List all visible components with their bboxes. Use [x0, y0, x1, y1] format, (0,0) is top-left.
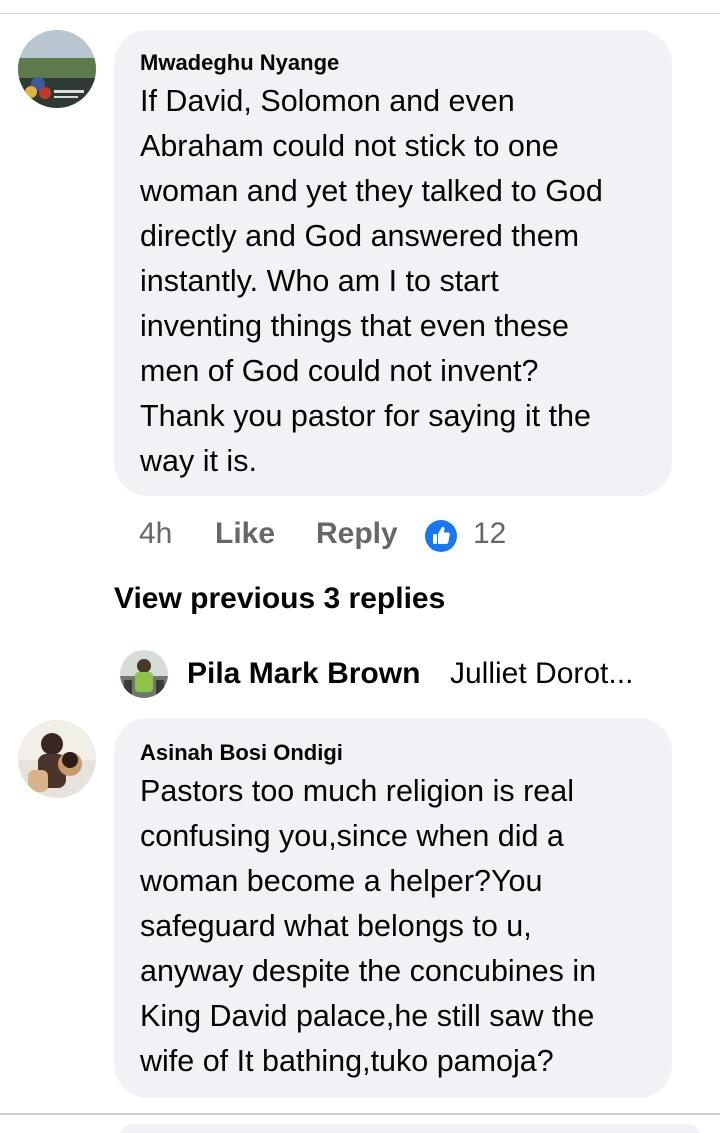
- comment-text-line: instantly. Who am I to start: [140, 264, 499, 298]
- comment-text-line: anyway despite the concubines in: [140, 954, 597, 988]
- comment-text-line: directly and God answered them: [140, 219, 580, 253]
- divider: [0, 1113, 720, 1115]
- comment-text-line: inventing things that even these: [140, 309, 569, 343]
- reaction-count[interactable]: 12: [473, 516, 506, 552]
- comment-text-line: Thank you pastor for saying it the: [140, 399, 591, 433]
- comment-author[interactable]: Asinah Bosi Ondigi: [140, 740, 343, 766]
- comment-text-line: Pastors too much religion is real: [140, 774, 574, 808]
- next-comment-edge: [120, 1124, 700, 1133]
- avatar-mwadeghu-nyange[interactable]: [18, 30, 96, 108]
- comment-timestamp[interactable]: 4h: [139, 516, 172, 552]
- comment-text-line: If David, Solomon and even: [140, 84, 515, 118]
- comment-text-line: safeguard what belongs to u,: [140, 909, 532, 943]
- comment-bubble: Asinah Bosi Ondigi Pastors too much reli…: [114, 718, 672, 1098]
- reply-preview[interactable]: Julliet Dorot...: [450, 654, 633, 694]
- reply-button[interactable]: Reply: [316, 516, 398, 552]
- comment-text-line: men of God could not invent?: [140, 354, 539, 388]
- avatar-pila-mark-brown[interactable]: [120, 650, 168, 698]
- comment-author[interactable]: Mwadeghu Nyange: [140, 50, 339, 76]
- divider: [0, 13, 720, 14]
- latest-reply-row[interactable]: Pila Mark Brown Julliet Dorot...: [120, 648, 680, 700]
- comment-text-line: woman and yet they talked to God: [140, 174, 603, 208]
- comment-thread: Mwadeghu Nyange If David, Solomon and ev…: [0, 0, 720, 1133]
- comment-text-line: woman become a helper?You: [140, 864, 543, 898]
- view-previous-replies-link[interactable]: View previous 3 replies: [114, 580, 445, 618]
- comment-text-line: wife of It bathing,tuko pamoja?: [140, 1044, 554, 1078]
- reply-author[interactable]: Pila Mark Brown: [187, 654, 420, 694]
- comment-text-line: Abraham could not stick to one: [140, 129, 559, 163]
- comment-text-line: confusing you,since when did a: [140, 819, 564, 853]
- comment-text-line: way it is.: [140, 444, 257, 478]
- avatar-asinah-bosi-ondigi[interactable]: [18, 720, 96, 798]
- like-button[interactable]: Like: [215, 516, 275, 552]
- comment-text-line: King David palace,he still saw the: [140, 999, 595, 1033]
- like-thumb-icon[interactable]: [425, 520, 457, 552]
- comment-actions: 4h Like Reply 12: [139, 512, 559, 556]
- comment-bubble: Mwadeghu Nyange If David, Solomon and ev…: [114, 30, 672, 496]
